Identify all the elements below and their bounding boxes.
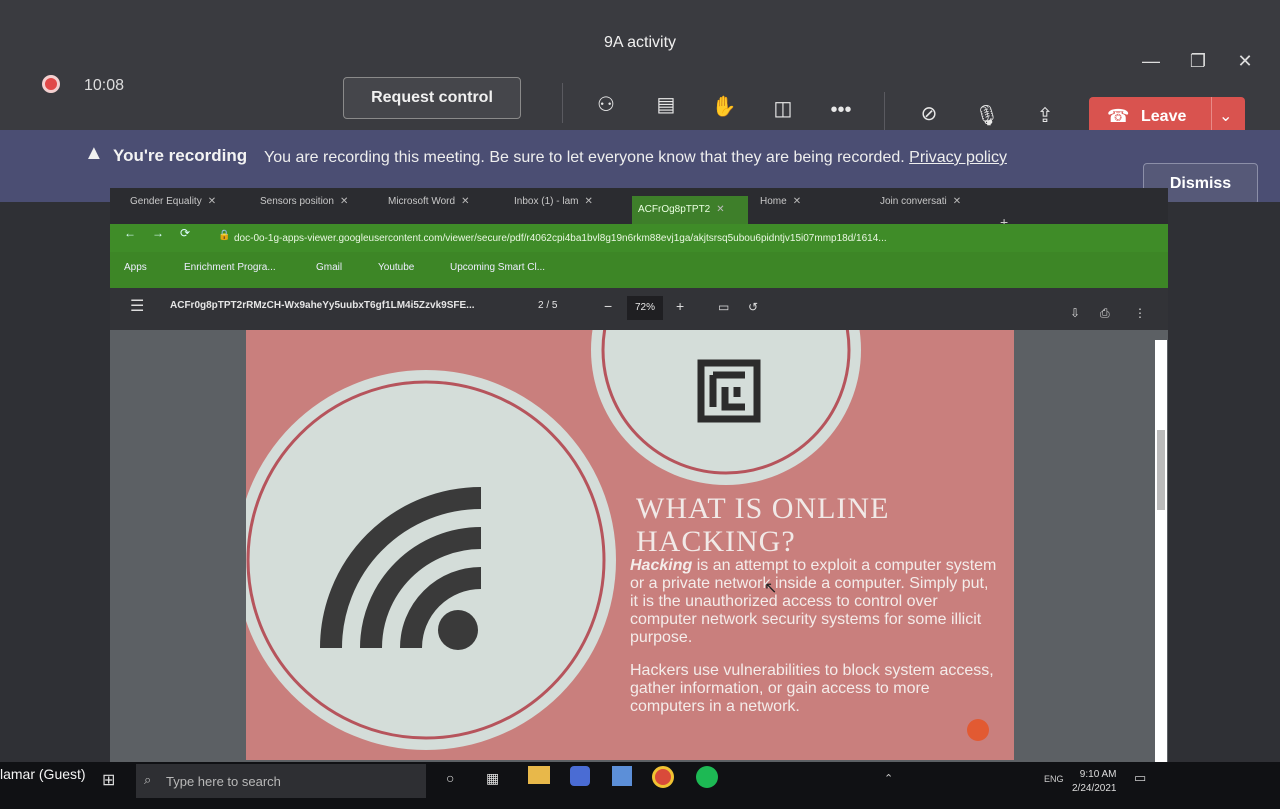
zoom-level[interactable]: 72% [627,296,663,320]
tab-label: Gender Equality [130,196,202,207]
share-icon[interactable]: ⇪ [1028,99,1062,133]
close-icon[interactable]: ✕ [716,204,724,215]
camera-off-icon[interactable]: ⊘ [912,97,946,131]
slide-title-line1: WHAT IS ONLINE [636,492,890,525]
task-view-icon[interactable]: ▦ [486,770,499,787]
pdf-filename: ACFr0g8pTPT2rRMzCH-Wx9aheYy5uubxT6gf1LM4… [170,300,475,311]
browser-tab[interactable]: Gender Equality ✕ [130,196,242,224]
privacy-policy-link[interactable]: Privacy policy [909,149,1007,166]
browser-tab-active[interactable]: ACFrOg8pTPT2 ✕ [632,196,748,224]
browser-tab[interactable]: Inbox (1) - lam ✕ [514,196,626,224]
pdf-page-indicator[interactable]: 2 / 5 [538,300,557,311]
reload-icon[interactable]: ⟳ [180,226,190,240]
mouse-cursor-icon: ↖ [764,580,778,597]
minimize-icon[interactable]: — [1138,48,1164,74]
browser-tab[interactable]: Join conversati ✕ [880,196,986,224]
banner-title: You're recording [113,146,248,165]
banner-message: You are recording this meeting. Be sure … [264,149,1007,167]
download-icon[interactable]: ⇩ [1070,306,1080,320]
scrollbar-thumb[interactable] [1157,430,1165,510]
close-icon[interactable]: ✕ [461,196,469,207]
tab-label: ACFrOg8pTPT2 [638,204,711,215]
phone-hangup-icon: ☎ [1107,106,1130,126]
tab-label: Home [760,196,787,207]
back-icon[interactable]: ← [124,226,136,240]
request-control-button[interactable]: Request control [343,77,521,119]
rooms-icon[interactable]: ◫ [766,92,800,126]
zoom-out-icon[interactable]: − [604,298,612,314]
window-title: 9A activity [603,34,677,51]
tab-label: Join conversati [880,196,947,207]
chevron-down-icon[interactable]: ⌄ [1219,106,1232,126]
close-icon[interactable]: ✕ [953,196,961,207]
more-icon[interactable]: ••• [824,93,858,127]
file-explorer-icon[interactable] [528,766,550,784]
browser-tab[interactable]: Microsoft Word ✕ [388,196,500,224]
toolbar-divider [562,83,563,123]
forward-icon[interactable]: → [152,226,164,240]
tab-label: Sensors position [260,196,334,207]
fit-page-icon[interactable]: ▭ [718,300,729,314]
store-icon[interactable] [612,766,632,786]
rotate-icon[interactable]: ↺ [748,300,758,314]
guest-name-label: lamar (Guest) [0,766,86,782]
tab-label: Inbox (1) - lam [514,196,579,207]
tab-label: Microsoft Word [388,196,456,207]
chrome-icon[interactable] [652,766,674,788]
teams-header [0,0,1280,130]
taskbar-search[interactable]: ⌕ Type here to search [136,764,426,798]
bookmark-enrichment[interactable]: Enrichment Progra... [184,262,276,273]
teams-app-icon[interactable] [570,766,590,786]
people-icon[interactable]: ⚇ [589,88,623,122]
close-icon[interactable]: ✕ [584,196,592,207]
bookmark-youtube[interactable]: Youtube [378,262,414,273]
leave-label: Leave [1141,108,1187,125]
taskbar-clock[interactable]: 9:10 AM 2/24/2021 [1072,768,1117,796]
close-icon[interactable]: ✕ [793,196,801,207]
wifi-dot [438,610,478,650]
slide-bullet-2: Hackers use vulnerabilities to block sys… [630,662,994,715]
meeting-timer: 10:08 [84,77,125,94]
menu-icon[interactable]: ☰ [130,296,144,316]
restore-icon[interactable]: ❐ [1185,48,1211,74]
clock-date: 2/24/2021 [1072,783,1117,794]
slide-title-line2: HACKING? [636,525,796,558]
pdf-scrollbar[interactable] [1155,340,1167,762]
close-icon[interactable]: ✕ [1232,48,1258,74]
close-icon[interactable]: ✕ [208,196,216,207]
banner-text: You are recording this meeting. Be sure … [264,149,905,166]
recording-indicator-icon [42,75,60,93]
mic-icon[interactable]: 🎙 [970,99,1004,133]
notifications-icon[interactable]: ▭ [1134,770,1146,786]
cortana-icon[interactable]: ○ [446,770,454,786]
record-dot [967,719,989,741]
tray-chevron-icon[interactable]: ⌃ [884,772,893,785]
spotify-icon[interactable] [696,766,718,788]
zoom-in-icon[interactable]: + [676,298,684,314]
close-icon[interactable]: ✕ [340,196,348,207]
toolbar-divider [884,92,885,132]
slide-bullet-1: Hacking is an attempt to exploit a compu… [630,557,1000,647]
bookmark-upcoming[interactable]: Upcoming Smart Cl... [450,262,545,273]
browser-tab[interactable]: Home ✕ [760,196,866,224]
search-placeholder: Type here to search [166,774,281,789]
language-indicator[interactable]: ENG [1044,774,1064,784]
slide-title: WHAT IS ONLINE HACKING? [636,492,889,558]
clock-time: 9:10 AM [1079,769,1117,780]
windows-start-icon[interactable]: ⊞ [102,770,115,790]
bookmark-apps[interactable]: Apps [124,262,147,273]
print-icon[interactable]: ⎙ [1100,306,1110,321]
bookmark-gmail[interactable]: Gmail [316,262,342,273]
search-icon: ⌕ [144,772,152,787]
bullet-keyword: Hacking [630,557,693,574]
react-icon[interactable]: ✋ [707,90,741,124]
chat-icon[interactable]: ▤ [649,88,683,122]
browser-tab[interactable]: Sensors position ✕ [260,196,372,224]
more-vert-icon[interactable]: ⋮ [1134,306,1146,320]
lock-icon: 🔒 [218,230,231,241]
warning-icon: ▲ [84,142,104,164]
url-input[interactable]: doc-0o-1g-apps-viewer.googleusercontent.… [234,233,887,244]
